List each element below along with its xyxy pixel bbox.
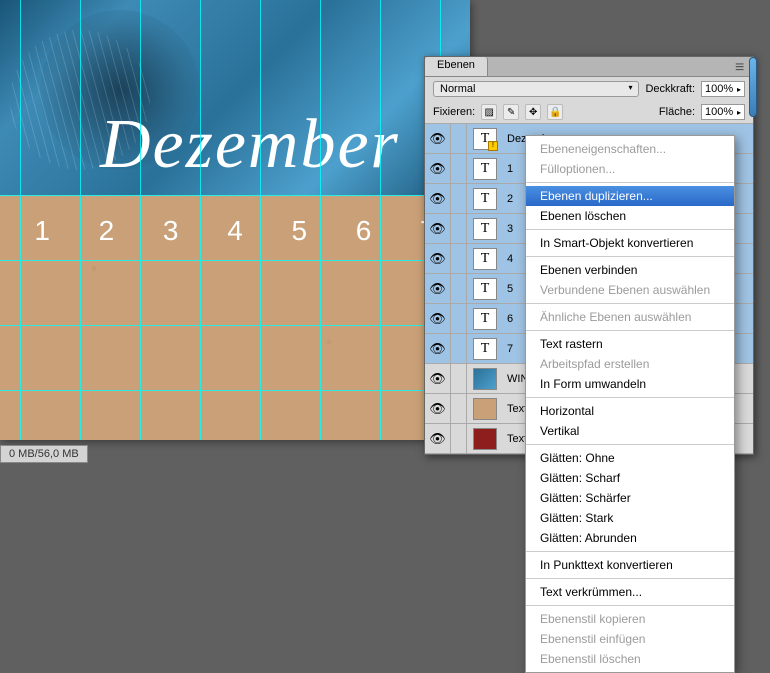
layer-thumbnail: T!	[473, 128, 497, 150]
menu-item: Ähnliche Ebenen auswählen	[526, 307, 734, 327]
layer-thumbnail: T	[473, 188, 497, 210]
link-column[interactable]	[451, 184, 467, 213]
opacity-field[interactable]: 100%▸	[701, 81, 745, 97]
menu-item[interactable]: Text verkrümmen...	[526, 582, 734, 602]
lock-label: Fixieren:	[433, 106, 475, 118]
menu-item: Arbeitspfad erstellen	[526, 354, 734, 374]
menu-separator	[526, 330, 734, 331]
layer-thumbnail	[473, 398, 497, 420]
layer-thumbnail	[473, 368, 497, 390]
menu-item: Ebenenstil einfügen	[526, 629, 734, 649]
menu-item[interactable]: In Punkttext konvertieren	[526, 555, 734, 575]
link-column[interactable]	[451, 154, 467, 183]
winter-image-area: Dezember	[0, 0, 470, 195]
menu-separator	[526, 303, 734, 304]
month-title: Dezember	[100, 105, 400, 185]
visibility-toggle-icon[interactable]: 👁	[425, 424, 451, 453]
menu-item[interactable]: In Form umwandeln	[526, 374, 734, 394]
lock-transparency-icon[interactable]: ▨	[481, 104, 497, 120]
menu-separator	[526, 605, 734, 606]
layer-thumbnail: T	[473, 248, 497, 270]
layer-thumbnail: T	[473, 338, 497, 360]
opacity-value: 100%	[705, 83, 733, 95]
fill-value: 100%	[705, 106, 733, 118]
menu-item[interactable]: Ebenen löschen	[526, 206, 734, 226]
menu-item: Ebenenstil kopieren	[526, 609, 734, 629]
panel-menu-icon[interactable]: ≡	[735, 59, 749, 73]
menu-item: Ebeneneigenschaften...	[526, 139, 734, 159]
menu-item[interactable]: Glätten: Stark	[526, 508, 734, 528]
link-column[interactable]	[451, 394, 467, 423]
menu-separator	[526, 397, 734, 398]
fill-field[interactable]: 100%▸	[701, 104, 745, 120]
visibility-toggle-icon[interactable]: 👁	[425, 154, 451, 183]
menu-separator	[526, 578, 734, 579]
fill-label: Fläche:	[659, 106, 695, 118]
layer-thumbnail	[473, 428, 497, 450]
link-column[interactable]	[451, 244, 467, 273]
visibility-toggle-icon[interactable]: 👁	[425, 274, 451, 303]
link-column[interactable]	[451, 364, 467, 393]
link-column[interactable]	[451, 334, 467, 363]
blend-mode-value: Normal	[440, 83, 475, 95]
menu-item[interactable]: Ebenen verbinden	[526, 260, 734, 280]
menu-item[interactable]: Glätten: Abrunden	[526, 528, 734, 548]
menu-separator	[526, 256, 734, 257]
layer-thumbnail: T	[473, 218, 497, 240]
visibility-toggle-icon[interactable]: 👁	[425, 124, 451, 153]
menu-item[interactable]: Glätten: Ohne	[526, 448, 734, 468]
day-number: 6	[356, 215, 372, 247]
menu-item: Verbundene Ebenen auswählen	[526, 280, 734, 300]
visibility-toggle-icon[interactable]: 👁	[425, 214, 451, 243]
menu-item: Ebenenstil löschen	[526, 649, 734, 669]
day-number: 1	[34, 215, 50, 247]
link-column[interactable]	[451, 424, 467, 453]
blend-mode-select[interactable]: Normal ▾	[433, 81, 639, 97]
day-number: 4	[227, 215, 243, 247]
chevron-down-icon: ▾	[628, 83, 632, 95]
menu-separator	[526, 444, 734, 445]
status-bar: 0 MB/56,0 MB	[0, 445, 88, 463]
visibility-toggle-icon[interactable]: 👁	[425, 394, 451, 423]
visibility-toggle-icon[interactable]: 👁	[425, 184, 451, 213]
menu-item[interactable]: Horizontal	[526, 401, 734, 421]
menu-item[interactable]: Text rastern	[526, 334, 734, 354]
panel-scrollbar[interactable]	[749, 57, 757, 117]
link-column[interactable]	[451, 214, 467, 243]
lock-pixels-icon[interactable]: ✎	[503, 104, 519, 120]
day-number: 5	[291, 215, 307, 247]
layers-tab[interactable]: Ebenen	[425, 57, 488, 76]
link-column[interactable]	[451, 274, 467, 303]
calendar-grid-bg: 1234567	[0, 195, 470, 440]
menu-item[interactable]: Vertikal	[526, 421, 734, 441]
day-number: 3	[163, 215, 179, 247]
menu-separator	[526, 229, 734, 230]
visibility-toggle-icon[interactable]: 👁	[425, 244, 451, 273]
opacity-label: Deckkraft:	[645, 83, 695, 95]
menu-item[interactable]: Glätten: Scharf	[526, 468, 734, 488]
visibility-toggle-icon[interactable]: 👁	[425, 304, 451, 333]
menu-item[interactable]: Glätten: Schärfer	[526, 488, 734, 508]
visibility-toggle-icon[interactable]: 👁	[425, 364, 451, 393]
document-canvas[interactable]: Dezember 1234567 0 MB/56,0 MB	[0, 0, 470, 573]
menu-separator	[526, 182, 734, 183]
menu-separator	[526, 551, 734, 552]
layer-thumbnail: T	[473, 158, 497, 180]
warning-icon: !	[488, 141, 498, 151]
layer-thumbnail: T	[473, 278, 497, 300]
menu-item[interactable]: Ebenen duplizieren...	[526, 186, 734, 206]
link-column[interactable]	[451, 124, 467, 153]
menu-item: Fülloptionen...	[526, 159, 734, 179]
menu-item[interactable]: In Smart-Objekt konvertieren	[526, 233, 734, 253]
lock-position-icon[interactable]: ✥	[525, 104, 541, 120]
day-number: 2	[99, 215, 115, 247]
lock-all-icon[interactable]: 🔒	[547, 104, 563, 120]
link-column[interactable]	[451, 304, 467, 333]
layer-thumbnail: T	[473, 308, 497, 330]
visibility-toggle-icon[interactable]: 👁	[425, 334, 451, 363]
layer-context-menu: Ebeneneigenschaften...Fülloptionen... Ebe…	[525, 135, 735, 673]
